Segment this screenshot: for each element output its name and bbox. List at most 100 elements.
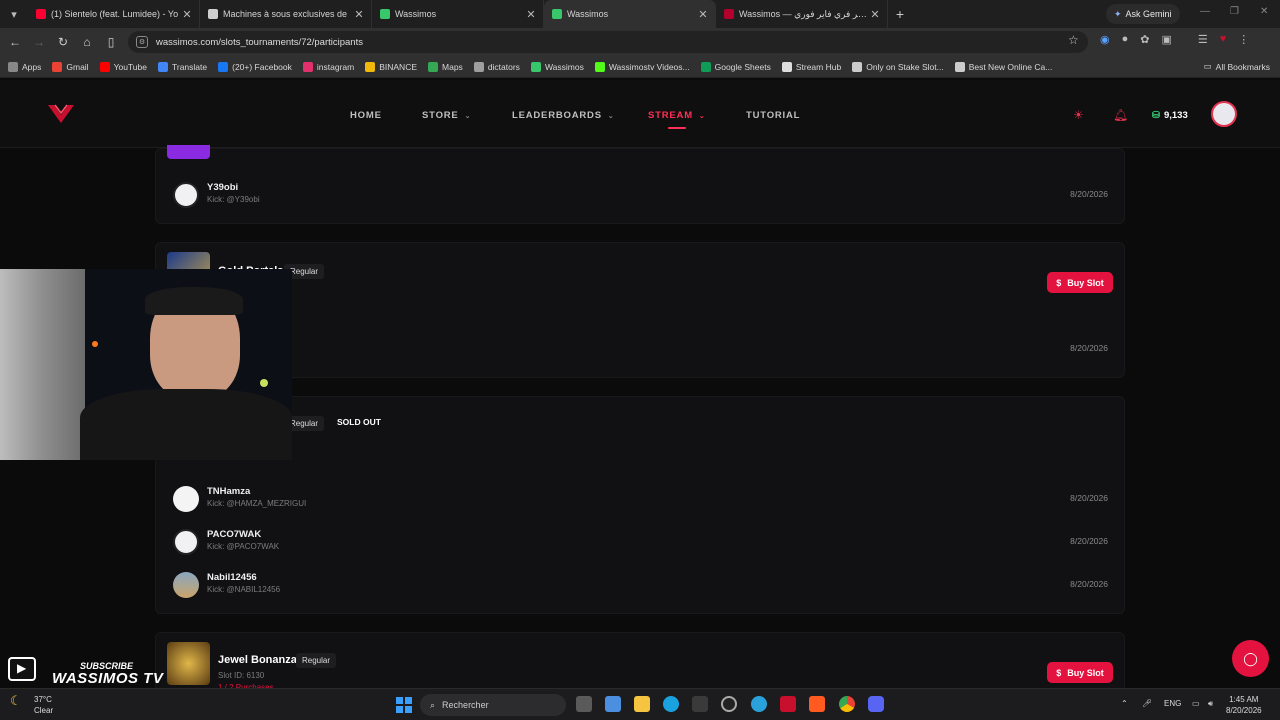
- extension-icon[interactable]: ✿: [1140, 33, 1149, 46]
- active-nav-underline: [668, 127, 686, 129]
- user-avatar[interactable]: [1211, 101, 1237, 127]
- clock-date: 8/20/2026: [1226, 706, 1262, 715]
- back-icon[interactable]: ←: [3, 35, 27, 49]
- search-icon: ⌕: [430, 699, 436, 710]
- nav-home[interactable]: HOME: [350, 110, 382, 121]
- task-view-icon[interactable]: [576, 696, 592, 712]
- profile-icon[interactable]: ♥: [1220, 33, 1227, 46]
- nav-stream[interactable]: STREAM ⌄: [648, 110, 706, 121]
- wassimos-favicon-icon: [380, 9, 390, 19]
- taskbar-search[interactable]: ⌕ Rechercher: [420, 694, 566, 716]
- bookmark-item[interactable]: Apps: [8, 61, 41, 72]
- bookmark-item[interactable]: Maps: [428, 61, 463, 72]
- side-panel-icon[interactable]: ▯: [99, 35, 123, 49]
- notification-bell-icon[interactable]: 🔔︎: [1113, 108, 1128, 122]
- sold-out-label: SOLD OUT: [337, 417, 381, 427]
- bookmark-item[interactable]: Wassimos: [530, 61, 584, 72]
- reload-icon[interactable]: ↻: [51, 35, 75, 49]
- curtain: [0, 269, 85, 460]
- all-bookmarks[interactable]: ▭ All Bookmarks: [1204, 61, 1270, 72]
- tray-chevron-icon[interactable]: ⌃: [1121, 699, 1128, 708]
- browser-tab[interactable]: (1) Sientelo (feat. Lumidee) - Yo ✕: [28, 0, 200, 28]
- points-balance[interactable]: ⛁ 9,133: [1152, 110, 1188, 121]
- bookmark-favicon-icon: [954, 61, 965, 72]
- file-explorer-icon[interactable]: [634, 696, 650, 712]
- extensions-puzzle-icon[interactable]: ▣: [1161, 33, 1171, 46]
- minimize-icon[interactable]: —: [1200, 6, 1210, 17]
- app-icon[interactable]: [780, 696, 796, 712]
- system-clock[interactable]: 1:45 AM 8/20/2026: [1226, 694, 1262, 716]
- volume-icon[interactable]: 🔊︎: [1208, 699, 1213, 709]
- buy-slot-button[interactable]: $ Buy Slot: [1047, 662, 1113, 683]
- nav-store[interactable]: STORE ⌄: [422, 110, 471, 121]
- widgets-icon[interactable]: [605, 696, 621, 712]
- bookmark-item[interactable]: Google Sheets: [700, 61, 771, 72]
- buy-slot-label: Buy Slot: [1067, 277, 1104, 288]
- bookmark-item[interactable]: Translate: [157, 61, 207, 72]
- bookmark-item[interactable]: BINANCE: [365, 61, 418, 72]
- nav-tutorial[interactable]: TUTORIAL: [746, 110, 800, 121]
- slot-id: Slot ID: 6130: [218, 671, 265, 680]
- bookmark-item[interactable]: dictators: [473, 61, 520, 72]
- network-icon[interactable]: ▭: [1192, 699, 1200, 708]
- close-window-icon[interactable]: ✕: [1260, 6, 1268, 17]
- close-tab-icon[interactable]: ✕: [697, 8, 709, 21]
- url-text: wassimos.com/slots_tournaments/72/partic…: [156, 36, 363, 48]
- folder-icon: ▭: [1203, 61, 1212, 71]
- bookmark-item[interactable]: Wassimostv Videos...: [594, 61, 690, 72]
- nav-leaderboards[interactable]: LEADERBOARDS ⌄: [512, 110, 615, 121]
- close-tab-icon[interactable]: ✕: [869, 8, 881, 21]
- bookmark-label: Gmail: [66, 61, 89, 72]
- browser-tab-active[interactable]: Wassimos ✕: [544, 0, 716, 28]
- site-info-icon[interactable]: ⚙: [136, 36, 148, 48]
- bookmark-item[interactable]: Gmail: [52, 61, 89, 72]
- game-title: Jewel Bonanza: [218, 654, 297, 666]
- bookmark-item[interactable]: Only on Stake Slot...: [852, 61, 944, 72]
- bookmark-star-icon[interactable]: ☆: [1068, 33, 1079, 47]
- edge-icon[interactable]: [663, 696, 679, 712]
- microphone-icon[interactable]: 🎤︎: [1142, 699, 1152, 708]
- browser-tab[interactable]: Machines à sous exclusives de ✕: [200, 0, 372, 28]
- chrome-icon[interactable]: [839, 696, 855, 712]
- store-icon[interactable]: [692, 696, 708, 712]
- nav-store-label: STORE: [422, 110, 459, 121]
- language-indicator[interactable]: ENG: [1164, 699, 1181, 708]
- maximize-icon[interactable]: ❐: [1230, 6, 1239, 17]
- browser-tab-strip: ▾ (1) Sientelo (feat. Lumidee) - Yo ✕ Ma…: [0, 0, 1280, 28]
- wassimos-logo-icon[interactable]: [46, 102, 76, 126]
- city-light: [92, 341, 98, 347]
- windows-start-icon[interactable]: [396, 697, 412, 713]
- tab-list-icon[interactable]: ☰: [1198, 33, 1208, 46]
- browser-tab[interactable]: Wassimos — جواهر فري فاير فوري ✕: [716, 0, 888, 28]
- bookmark-label: BINANCE: [379, 61, 418, 72]
- bookmark-favicon-icon: [781, 61, 792, 72]
- bookmark-item[interactable]: Best New Online Ca...: [954, 61, 1052, 72]
- telegram-icon[interactable]: [751, 696, 767, 712]
- chevron-down-icon: ⌄: [607, 113, 615, 120]
- extension-icon[interactable]: ●: [1122, 33, 1129, 46]
- browser-tab[interactable]: Wassimos ✕: [372, 0, 544, 28]
- chat-support-button[interactable]: ◯: [1232, 640, 1269, 677]
- bookmark-item[interactable]: instagram: [302, 61, 354, 72]
- obs-icon[interactable]: [721, 696, 737, 712]
- discord-icon[interactable]: [868, 696, 884, 712]
- extension-icon[interactable]: ◉: [1100, 33, 1110, 46]
- new-tab-button[interactable]: +: [888, 6, 912, 22]
- ask-gemini-button[interactable]: ✦ Ask Gemini: [1106, 4, 1180, 24]
- address-bar[interactable]: ⚙ wassimos.com/slots_tournaments/72/part…: [128, 31, 1088, 53]
- bookmark-item[interactable]: YouTube: [99, 61, 147, 72]
- close-tab-icon[interactable]: ✕: [525, 8, 537, 21]
- bookmark-favicon-icon: [530, 61, 541, 72]
- brave-icon[interactable]: [809, 696, 825, 712]
- theme-toggle-icon[interactable]: ☀: [1073, 108, 1084, 122]
- bookmark-item[interactable]: Stream Hub: [781, 61, 841, 72]
- more-menu-icon[interactable]: ⋮: [1238, 33, 1249, 46]
- forward-icon[interactable]: →: [27, 35, 51, 49]
- tab-search-icon[interactable]: ▾: [0, 0, 28, 28]
- close-tab-icon[interactable]: ✕: [353, 8, 365, 21]
- buy-slot-button[interactable]: $ Buy Slot: [1047, 272, 1113, 293]
- close-tab-icon[interactable]: ✕: [181, 8, 193, 21]
- home-icon[interactable]: ⌂: [75, 35, 99, 49]
- tournament-game-card: Regular SOLD OUT TNHamza Kick: @HAMZA_ME…: [155, 396, 1125, 614]
- bookmark-item[interactable]: (20+) Facebook: [218, 61, 292, 72]
